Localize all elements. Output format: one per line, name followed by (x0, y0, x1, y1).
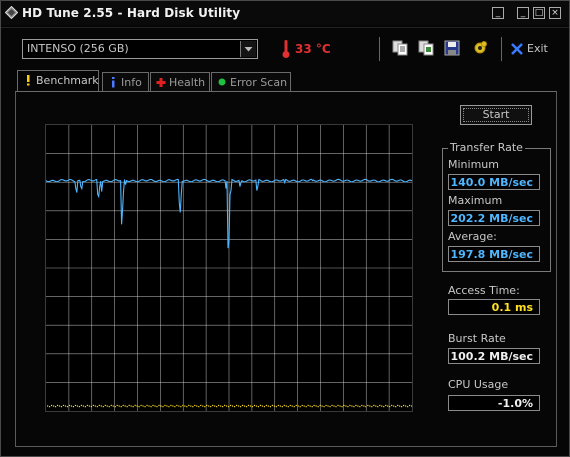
access-time-points (46, 404, 412, 408)
drive-select-value: INTENSO (256 GB) (27, 42, 129, 55)
burst-rate-label: Burst Rate (448, 332, 506, 345)
benchmark-graph (45, 124, 413, 412)
minimum-value-box: 140.0 MB/sec (448, 174, 540, 190)
error-scan-icon (218, 78, 226, 86)
chevron-down-icon[interactable] (240, 41, 256, 57)
thermometer-icon (282, 40, 290, 58)
info-icon (112, 77, 115, 88)
graph-grid (46, 125, 412, 411)
options-icon[interactable] (472, 40, 488, 56)
window-title: HD Tune 2.55 - Hard Disk Utility (22, 6, 241, 20)
title-bar[interactable]: HD Tune 2.55 - Hard Disk Utility _ _ □ × (1, 1, 569, 25)
start-button[interactable]: Start (460, 105, 532, 125)
health-icon (156, 78, 166, 87)
drive-select[interactable]: INTENSO (256 GB) (22, 39, 258, 59)
minimum-label: Minimum (448, 158, 499, 171)
tab-label: Error Scan (230, 76, 288, 89)
toolbar-divider (501, 37, 502, 61)
temperature-value: 33 °C (295, 42, 331, 56)
average-label: Average: (448, 230, 497, 243)
exclamation-icon (27, 75, 30, 86)
tab-health[interactable]: Health (150, 72, 210, 91)
exit-label: Exit (527, 42, 548, 55)
average-value-box: 197.8 MB/sec (448, 246, 540, 262)
transfer-rate-title: Transfer Rate (448, 141, 525, 154)
cpu-usage-label: CPU Usage (448, 378, 509, 391)
close-button[interactable]: × (549, 7, 561, 19)
tab-label: Health (169, 76, 206, 89)
access-time-label: Access Time: (448, 284, 520, 297)
maximize-button[interactable]: □ (533, 7, 545, 19)
exit-icon (511, 43, 523, 55)
tab-info[interactable]: Info (102, 72, 149, 91)
access-time-box: 0.1 ms (448, 299, 540, 315)
maximum-value: 202.2 MB/sec (450, 212, 534, 225)
start-label: Start (482, 108, 510, 121)
tab-error-scan[interactable]: Error Scan (211, 72, 291, 91)
cpu-usage-value: -1.0% (497, 397, 533, 410)
minimize-icon-button[interactable]: _ (517, 7, 529, 19)
app-icon (5, 6, 18, 19)
tab-label: Info (121, 76, 142, 89)
copy-text-icon[interactable] (392, 40, 408, 56)
burst-rate-box: 100.2 MB/sec (448, 348, 540, 364)
cpu-usage-box: -1.0% (448, 395, 540, 411)
maximum-label: Maximum (448, 194, 503, 207)
average-value: 197.8 MB/sec (450, 248, 534, 261)
copy-screenshot-icon[interactable] (418, 40, 434, 56)
toolbar-separator (1, 27, 569, 28)
minimize-button[interactable]: _ (492, 7, 504, 19)
tab-label: Benchmark (36, 74, 99, 87)
save-icon[interactable] (444, 40, 460, 56)
toolbar-divider (379, 37, 380, 61)
minimum-value: 140.0 MB/sec (450, 176, 534, 189)
main-window: HD Tune 2.55 - Hard Disk Utility _ _ □ ×… (0, 0, 570, 457)
burst-rate-value: 100.2 MB/sec (450, 350, 534, 363)
access-time-value: 0.1 ms (491, 301, 533, 314)
maximum-value-box: 202.2 MB/sec (448, 210, 540, 226)
tab-benchmark[interactable]: Benchmark (17, 70, 99, 92)
